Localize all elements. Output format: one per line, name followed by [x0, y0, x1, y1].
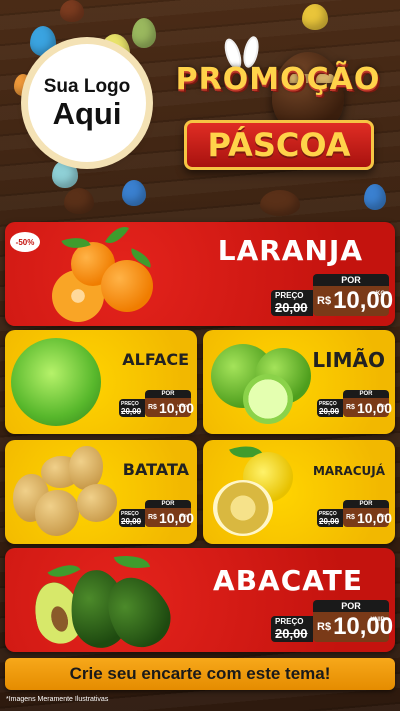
price-value: R$ 10,00 UNID: [313, 612, 393, 642]
leaf-icon: [104, 222, 130, 249]
currency-symbol: R$: [148, 404, 157, 411]
price-unit: KG: [379, 403, 385, 408]
easter-egg-decoration: [122, 180, 146, 206]
price-tag: PREÇO 20,00 POR R$ 10,00 KG: [119, 500, 194, 527]
price-tag: PREÇO 20,00 POR R$ 10,00 KG: [271, 274, 393, 316]
product-card-batata: BATATA PREÇO 20,00 POR R$ 10,00 KG: [5, 440, 197, 544]
price-amount: 10,00: [158, 509, 194, 526]
price-value: R$ 10,00 KG: [313, 286, 393, 316]
easter-egg-decoration: [52, 160, 78, 188]
price-amount: 10,00: [356, 509, 392, 526]
passion-fruit-half-icon: [213, 480, 273, 536]
new-price: POR R$ 10,00 UNID: [145, 390, 194, 417]
easter-egg-decoration: [30, 26, 56, 56]
old-price: PREÇO 20,00: [271, 616, 313, 642]
discount-badge: -50%: [10, 232, 40, 252]
price-amount: 10,00: [356, 399, 392, 416]
easter-egg-decoration: [260, 190, 300, 216]
logo-line2: Aqui: [52, 95, 122, 131]
currency-symbol: R$: [148, 514, 157, 521]
new-price: POR R$ 10,00 UNID: [313, 600, 393, 642]
price-unit: KG: [379, 513, 385, 518]
currency-symbol: R$: [317, 295, 332, 307]
price-tag: PREÇO 20,00 POR R$ 10,00 KG: [317, 390, 392, 417]
old-price-value: 20,00: [121, 516, 142, 526]
lime-slice-icon: [243, 374, 293, 424]
product-name: LARANJA: [217, 234, 363, 267]
currency-symbol: R$: [346, 514, 355, 521]
create-flyer-button[interactable]: Crie seu encarte com este tema!: [5, 658, 395, 690]
price-unit: KG: [376, 291, 385, 297]
price-tag: PREÇO 20,00 POR R$ 10,00 UNID: [119, 390, 194, 417]
lettuce-icon: [11, 338, 101, 426]
price-value: R$ 10,00 KG: [145, 508, 194, 527]
promo-subtitle: PÁSCOA: [184, 120, 374, 170]
product-name: ALFACE: [122, 350, 189, 369]
old-price-value: 20,00: [275, 300, 308, 315]
old-price-label: PREÇO: [275, 291, 304, 300]
easter-egg-decoration: [60, 0, 84, 22]
logo-line1: Sua Logo: [43, 75, 131, 97]
new-price: POR R$ 10,00 KG: [145, 500, 194, 527]
new-price: POR R$ 10,00 KG: [343, 500, 392, 527]
old-price: PREÇO 20,00: [119, 399, 145, 417]
price-value: R$ 10,00 KG: [343, 508, 392, 527]
product-card-abacate: ABACATE PREÇO 20,00 POR R$ 10,00 UNID: [5, 548, 395, 652]
product-name: BATATA: [122, 460, 189, 479]
price-tag: PREÇO 20,00 POR R$ 10,00 KG: [317, 500, 392, 527]
old-price: PREÇO 20,00: [271, 290, 313, 316]
potato-icon: [77, 484, 117, 522]
leaf-icon: [47, 557, 81, 585]
easter-egg-decoration: [132, 18, 156, 48]
easter-egg-decoration: [64, 188, 94, 214]
orange-icon: [101, 260, 153, 312]
old-price: PREÇO 20,00: [317, 509, 343, 527]
product-card-laranja: LARANJA PREÇO 20,00 POR R$ 10,00 KG: [5, 222, 395, 326]
old-price-value: 20,00: [319, 516, 340, 526]
por-label: POR: [313, 274, 389, 286]
potato-icon: [35, 490, 79, 536]
currency-symbol: R$: [317, 621, 332, 633]
product-card-limao: LIMÃO PREÇO 20,00 POR R$ 10,00 KG: [203, 330, 395, 434]
por-label: POR: [145, 390, 191, 398]
old-price-value: 20,00: [275, 626, 308, 641]
logo-placeholder: Sua Logo Aqui: [28, 44, 146, 162]
price-tag: PREÇO 20,00 POR R$ 10,00 UNID: [271, 600, 393, 642]
old-price-value: 20,00: [319, 406, 340, 416]
leaf-icon: [113, 551, 151, 573]
product-name: ABACATE: [213, 564, 363, 597]
price-value: R$ 10,00 KG: [343, 398, 392, 417]
product-name: LIMÃO: [312, 348, 385, 372]
easter-egg-decoration: [302, 4, 328, 30]
por-label: POR: [343, 390, 389, 398]
promo-title: PROMOÇÃO: [175, 62, 381, 97]
disclaimer-text: *Imagens Meramente Ilustrativas: [6, 696, 109, 703]
easter-egg-decoration: [364, 184, 386, 210]
por-label: POR: [313, 600, 389, 612]
new-price: POR R$ 10,00 KG: [343, 390, 392, 417]
product-card-alface: ALFACE PREÇO 20,00 POR R$ 10,00 UNID: [5, 330, 197, 434]
old-price-value: 20,00: [121, 406, 142, 416]
price-unit: UNID: [177, 403, 187, 408]
new-price: POR R$ 10,00 KG: [313, 274, 393, 316]
old-price-label: PREÇO: [275, 617, 304, 626]
product-name: MARACUJÁ: [312, 464, 385, 478]
por-label: POR: [343, 500, 389, 508]
price-unit: KG: [181, 513, 187, 518]
old-price: PREÇO 20,00: [119, 509, 145, 527]
price-value: R$ 10,00 UNID: [145, 398, 194, 417]
price-unit: UNID: [370, 617, 385, 623]
old-price: PREÇO 20,00: [317, 399, 343, 417]
currency-symbol: R$: [346, 404, 355, 411]
product-card-maracuja: MARACUJÁ PREÇO 20,00 POR R$ 10,00 KG: [203, 440, 395, 544]
por-label: POR: [145, 500, 191, 508]
